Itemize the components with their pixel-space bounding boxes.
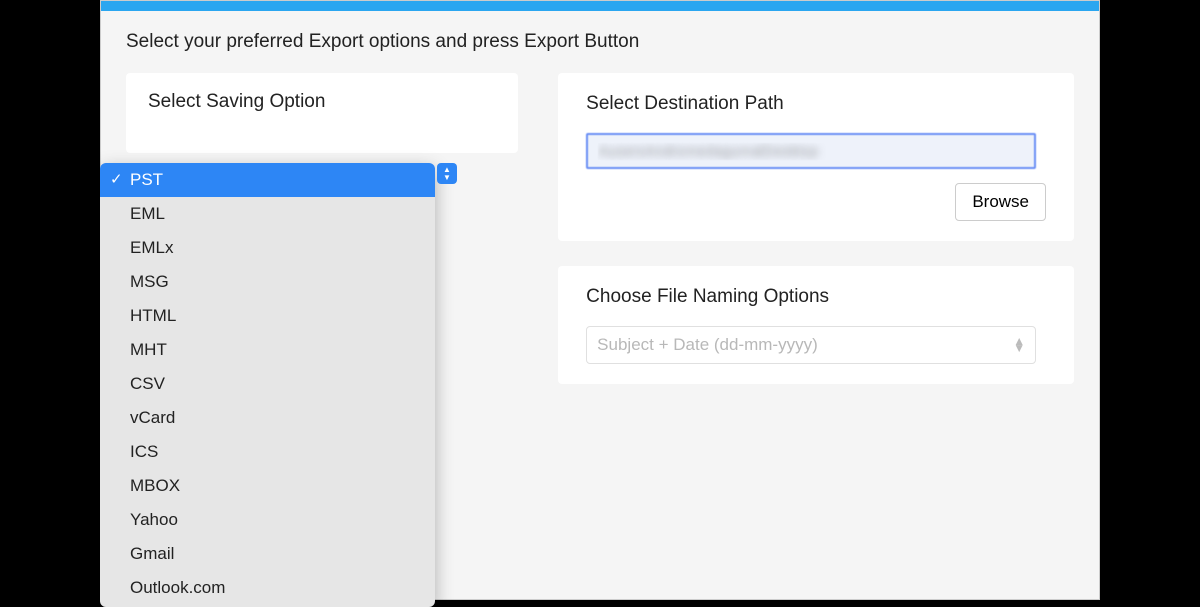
browse-button[interactable]: Browse [955,183,1046,221]
saving-option-item-pst[interactable]: PST [100,163,435,197]
destination-title: Select Destination Path [586,93,1046,115]
saving-option-item-msg[interactable]: MSG [100,265,435,299]
saving-option-panel: Select Saving Option [126,73,518,153]
dropdown-stepper-icon[interactable]: ▲▼ [437,163,457,184]
right-column: Select Destination Path Browse Choose Fi… [558,73,1074,384]
naming-select[interactable]: Subject + Date (dd-mm-yyyy) ▲▼ [586,326,1036,364]
naming-select-value: Subject + Date (dd-mm-yyyy) [597,335,818,355]
naming-title: Choose File Naming Options [586,286,1046,308]
saving-option-item-eml[interactable]: EML [100,197,435,231]
browse-row: Browse [586,183,1046,221]
saving-option-item-mbox[interactable]: MBOX [100,469,435,503]
saving-option-item-html[interactable]: HTML [100,299,435,333]
destination-path-input[interactable] [586,133,1036,169]
saving-option-item-ics[interactable]: ICS [100,435,435,469]
instruction-text: Select your preferred Export options and… [101,11,1099,63]
saving-option-dropdown[interactable]: ▲▼ PSTEMLEMLxMSGHTMLMHTCSVvCardICSMBOXYa… [100,163,435,607]
saving-option-item-yahoo[interactable]: Yahoo [100,503,435,537]
saving-option-item-gmail[interactable]: Gmail [100,537,435,571]
stepper-icon: ▲▼ [1013,338,1025,352]
saving-option-item-vcard[interactable]: vCard [100,401,435,435]
naming-panel: Choose File Naming Options Subject + Dat… [558,266,1074,384]
destination-panel: Select Destination Path Browse [558,73,1074,241]
saving-option-title: Select Saving Option [148,91,496,113]
title-bar [101,1,1099,11]
saving-option-item-emlx[interactable]: EMLx [100,231,435,265]
saving-option-item-csv[interactable]: CSV [100,367,435,401]
saving-option-item-mht[interactable]: MHT [100,333,435,367]
